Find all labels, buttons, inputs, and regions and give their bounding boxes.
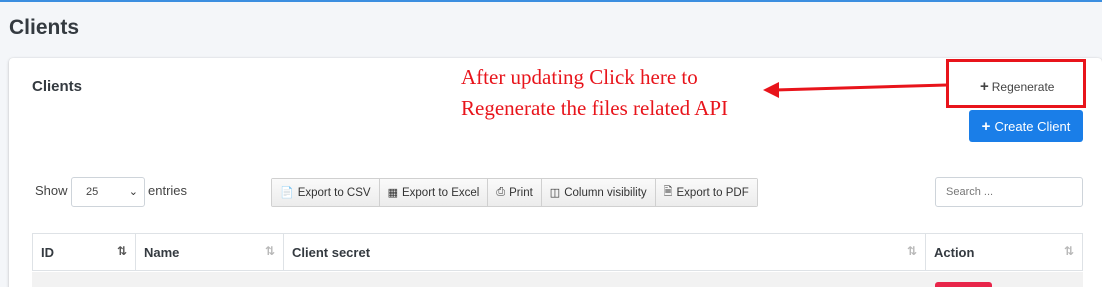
column-header-client-secret[interactable]: Client secret ⇅ — [284, 234, 926, 270]
column-header-name[interactable]: Name ⇅ — [136, 234, 284, 270]
plus-icon: + — [981, 117, 991, 135]
column-header-action[interactable]: Action ⇅ — [926, 234, 1083, 270]
file-excel-icon: ▦ — [387, 187, 398, 199]
annotation-arrow-icon — [763, 82, 948, 98]
export-excel-label: Export to Excel — [401, 186, 480, 199]
column-label: ID — [41, 244, 54, 260]
export-csv-button[interactable]: 📄 Export to CSV — [272, 179, 380, 206]
print-icon: ⎙ — [496, 186, 506, 198]
delete-button[interactable] — [935, 282, 992, 287]
column-label: Name — [144, 244, 180, 260]
columns-icon: ◫ — [549, 187, 561, 199]
export-pdf-label: Export to PDF — [676, 186, 749, 199]
column-visibility-label: Column visibility — [564, 186, 647, 199]
export-csv-label: Export to CSV — [297, 186, 371, 199]
sort-icon: ⇅ — [906, 244, 917, 258]
annotation-text: After updating Click here to Regenerate … — [461, 65, 729, 120]
chevron-down-icon: ⌄ — [128, 186, 138, 198]
entries-select[interactable]: 25 ⌄ — [71, 177, 145, 207]
sort-descending-icon: ⇅ — [116, 244, 127, 258]
print-label: Print — [509, 186, 533, 199]
plus-icon: + — [980, 78, 989, 95]
regenerate-label: Regenerate — [991, 79, 1055, 94]
sort-icon: ⇅ — [264, 244, 275, 258]
table-header-row: ID ⇅ Name ⇅ Client secret ⇅ Action ⇅ — [32, 233, 1083, 271]
entries-label: entries — [148, 183, 188, 198]
column-visibility-button[interactable]: ◫ Column visibility — [541, 179, 656, 206]
column-label: Client secret — [292, 244, 371, 260]
clients-card: Clients After updating Click here to Reg… — [9, 58, 1102, 287]
show-label: Show — [35, 183, 68, 198]
regenerate-button[interactable]: + Regenerate — [980, 78, 1054, 95]
entries-selected-value: 25 — [86, 186, 99, 198]
page-title: Clients — [9, 16, 80, 39]
table-row — [32, 272, 1083, 287]
column-label: Action — [934, 244, 975, 260]
column-header-id[interactable]: ID ⇅ — [32, 234, 136, 270]
sort-icon: ⇅ — [1063, 244, 1074, 258]
card-title: Clients — [32, 78, 83, 95]
export-excel-button[interactable]: ▦ Export to Excel — [379, 179, 489, 206]
top-accent-border — [0, 0, 1102, 2]
file-pdf-icon: 🗎 — [663, 186, 673, 198]
print-button[interactable]: ⎙ Print — [488, 179, 542, 206]
export-pdf-button[interactable]: 🗎 Export to PDF — [655, 179, 757, 206]
create-client-label: Create Client — [994, 118, 1071, 134]
export-button-group: 📄 Export to CSV ▦ Export to Excel ⎙ Prin… — [271, 178, 758, 207]
file-csv-icon: 📄 — [280, 187, 294, 199]
create-client-button[interactable]: + Create Client — [969, 110, 1083, 142]
search-input[interactable]: Search ... — [935, 177, 1083, 207]
